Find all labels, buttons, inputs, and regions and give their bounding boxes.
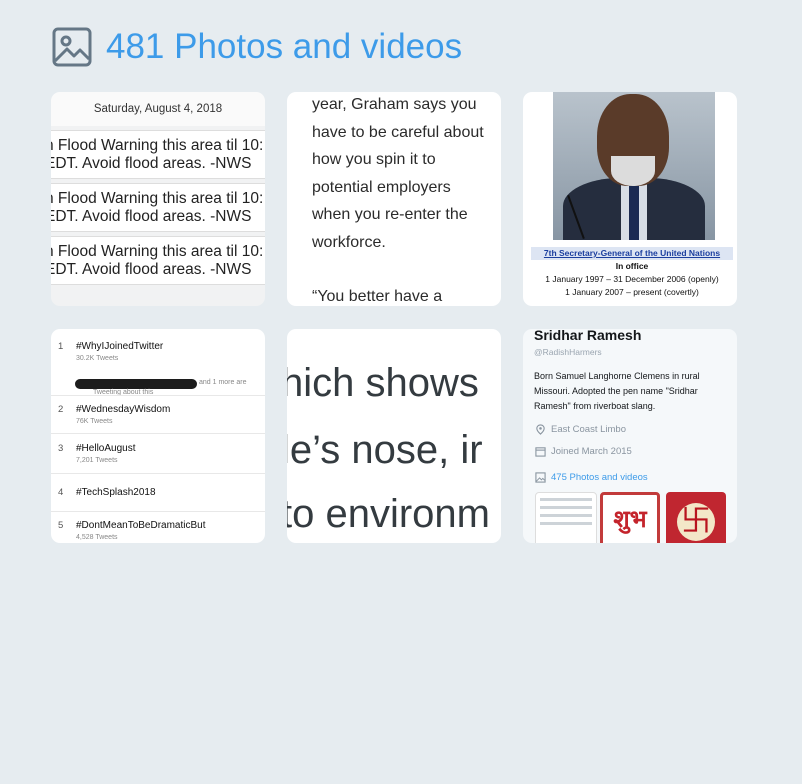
divider <box>51 511 265 512</box>
notification-line: EDT. Avoid flood areas. -NWS <box>51 261 252 278</box>
trend-rank: 5 <box>58 520 64 531</box>
media-thumbnail-profile[interactable]: Sridhar Ramesh @RadishHarmers Born Samue… <box>523 329 737 543</box>
trend-count: 7,201 Tweets <box>76 457 118 464</box>
notification-item: n Flood Warning this area til 10: EDT. A… <box>51 236 265 285</box>
zoom-text-line: hich shows <box>287 361 479 405</box>
thumbnail-symbol: 卐 <box>681 505 711 538</box>
profile-bio: Born Samuel Langhorne Clemens in rural M… <box>534 371 700 411</box>
notification-item: n Flood Warning this area til 10: EDT. A… <box>51 130 265 179</box>
divider <box>51 433 265 434</box>
notification-line: EDT. Avoid flood areas. -NWS <box>51 208 252 225</box>
media-thumbnail-trends[interactable]: 1 #WhyIJoinedTwitter 30.2K Tweets and 1 … <box>51 329 265 543</box>
infobox-role: 7th Secretary-General of the United Nati… <box>531 247 733 260</box>
divider <box>51 395 265 396</box>
infobox-office: In office <box>615 261 649 271</box>
zoom-text-line: le’s nose, ir <box>287 428 483 472</box>
location-pin-icon <box>536 424 545 435</box>
notification-line: n Flood Warning this area til 10: <box>51 243 264 260</box>
trend-name: #WednesdayWisdom <box>76 404 171 415</box>
image-icon <box>52 27 92 67</box>
thumbnail-text: शुभ <box>613 506 647 533</box>
trend-name: #DontMeanToBeDramaticBut <box>76 520 206 531</box>
profile-handle: @RadishHarmers <box>534 347 602 357</box>
divider <box>51 473 265 474</box>
profile-name: Sridhar Ramesh <box>534 329 642 343</box>
trend-rank: 1 <box>58 341 64 352</box>
notification-line: n Flood Warning this area til 10: <box>51 137 264 154</box>
profile-location: East Coast Limbo <box>535 424 626 435</box>
notification-line: EDT. Avoid flood areas. -NWS <box>51 155 252 172</box>
notification-date: Saturday, August 4, 2018 <box>51 92 265 126</box>
infobox-term: 1 January 2007 – present (covertly) <box>565 287 699 297</box>
zoom-text-line: to environm <box>287 492 490 536</box>
calendar-icon <box>535 447 546 457</box>
mini-thumbnail: शुभ <box>600 492 660 543</box>
profile-joined: Joined March 2015 <box>535 446 632 457</box>
portrait-photo <box>553 92 715 240</box>
article-paragraph: year, Graham says you have to be careful… <box>312 96 484 251</box>
trend-name: #TechSplash2018 <box>76 487 156 498</box>
trend-count: 76K Tweets <box>76 418 113 425</box>
trend-count: 30.2K Tweets <box>76 355 119 362</box>
trend-count: 4,528 Tweets <box>76 534 118 541</box>
infobox-caption: 7th Secretary-General of the United Nati… <box>531 247 733 299</box>
notification-line: n Flood Warning this area til 10: <box>51 190 264 207</box>
trend-rank: 3 <box>58 443 64 454</box>
media-thumbnail-wiki-infobox[interactable]: 7th Secretary-General of the United Nati… <box>523 92 737 306</box>
trend-rank: 4 <box>58 487 64 498</box>
mini-thumbnail <box>535 492 597 543</box>
media-thumbnail-article[interactable]: year, Graham says you have to be careful… <box>287 92 501 306</box>
profile-photos-link: 475 Photos and videos <box>535 472 648 483</box>
profile-location-text: East Coast Limbo <box>551 424 626 435</box>
profile-joined-text: Joined March 2015 <box>551 446 632 457</box>
media-thumbnail-zoomed-text[interactable]: hich shows le’s nose, ir to environm <box>287 329 501 543</box>
redaction-bar <box>75 379 197 389</box>
article-paragraph: “You better have a <box>312 288 443 305</box>
notification-item: n Flood Warning this area til 10: EDT. A… <box>51 183 265 232</box>
media-header[interactable]: 481 Photos and videos <box>52 26 462 68</box>
media-thumbnail-flood-warning[interactable]: Saturday, August 4, 2018 n Flood Warning… <box>51 92 265 306</box>
trend-name: #WhyIJoinedTwitter <box>76 341 164 352</box>
media-title[interactable]: 481 Photos and videos <box>106 26 462 68</box>
trend-rank: 2 <box>58 404 64 415</box>
profile-photos-text: 475 Photos and videos <box>551 472 648 483</box>
mini-thumbnail: 卐 <box>666 492 726 543</box>
trend-name: #HelloAugust <box>76 443 136 454</box>
infobox-term: 1 January 1997 – 31 December 2006 (openl… <box>545 274 719 284</box>
image-icon <box>535 472 546 483</box>
trend-more: and 1 more are <box>199 379 247 386</box>
